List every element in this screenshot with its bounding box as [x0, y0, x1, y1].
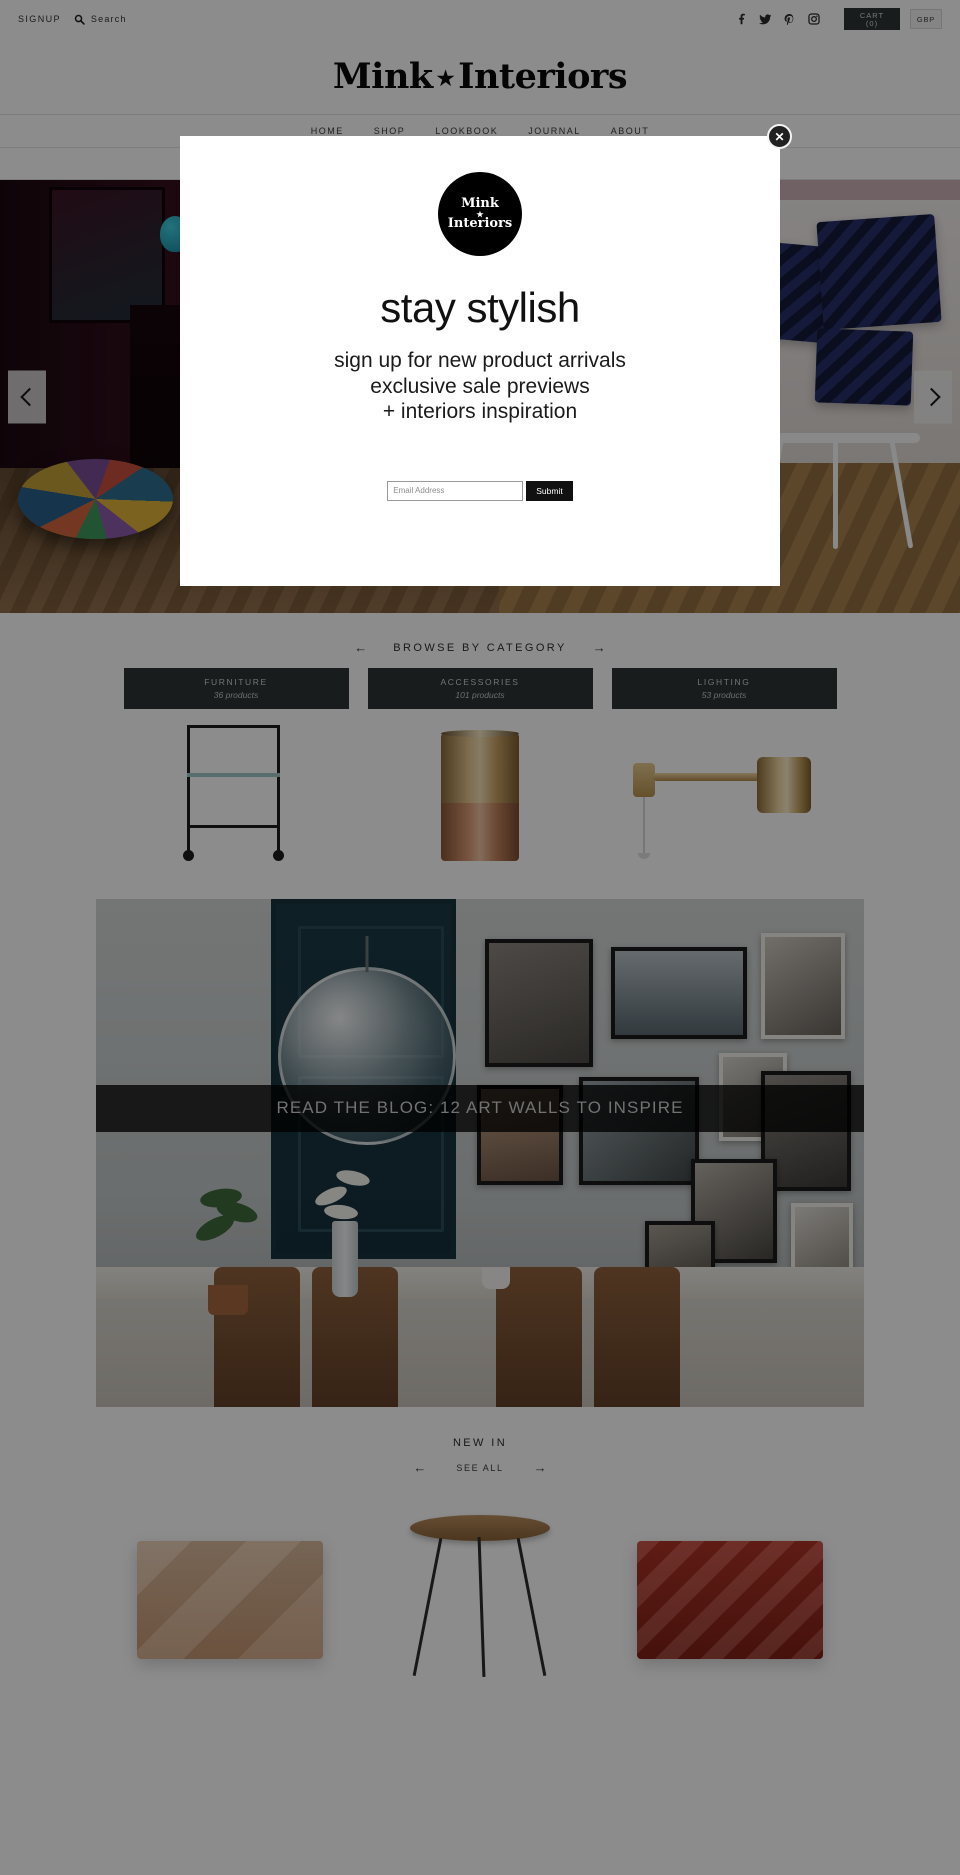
modal-body-line-1: sign up for new product arrivals	[334, 349, 626, 372]
newsletter-signup-modal: ✕ Mink ★ Interiors stay stylish sign up …	[180, 124, 792, 586]
page-root: SIGNUP Search CART (0) GBP Mink ★ Interi…	[0, 0, 960, 1875]
modal-body-text: sign up for new product arrivals exclusi…	[334, 348, 626, 425]
modal-brand-logo: Mink ★ Interiors	[438, 172, 522, 256]
modal-body-line-3: + interiors inspiration	[382, 400, 578, 424]
close-icon[interactable]: ✕	[767, 124, 792, 149]
modal-heading: stay stylish	[380, 284, 580, 331]
modal-logo-line3: Interiors	[447, 216, 513, 232]
email-field[interactable]	[387, 480, 524, 501]
modal-body-line-2: exclusive sale previews	[370, 374, 590, 398]
newsletter-form: Submit	[387, 480, 573, 501]
submit-button[interactable]: Submit	[526, 480, 573, 501]
